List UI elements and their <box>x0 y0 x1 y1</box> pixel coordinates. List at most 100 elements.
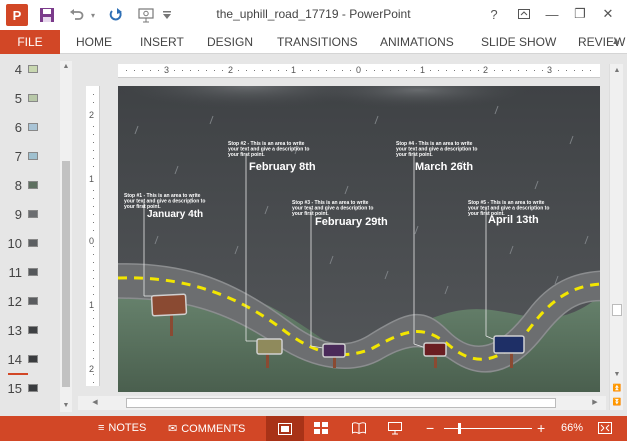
status-bar: ≡ NOTES ✉ COMMENTS − + 66% <box>0 416 627 441</box>
ruler-label: 1 <box>89 174 95 184</box>
tab-insert[interactable]: INSERT <box>140 35 184 49</box>
collapse-ribbon-icon[interactable]: ▲ <box>611 36 621 47</box>
slide-vertical-scrollbar[interactable]: ▲ ▼ ⏫ ⏬ <box>609 64 623 410</box>
ruler-tick <box>470 70 471 71</box>
slide-preview-icon <box>28 268 38 276</box>
slideshow-view-button[interactable] <box>388 422 402 435</box>
undo-dropdown-icon[interactable]: ▾ <box>87 5 99 25</box>
comments-label: COMMENTS <box>181 422 246 435</box>
slide-thumbnail[interactable]: 4 <box>0 59 60 81</box>
scroll-down-icon[interactable]: ▼ <box>610 368 624 382</box>
ruler-tick <box>366 70 367 71</box>
ruler-tick <box>93 326 94 327</box>
slide-thumbnail[interactable]: 7 <box>0 146 60 168</box>
ruler-tick <box>502 70 503 71</box>
slide-thumbnail[interactable]: 11 <box>0 262 60 284</box>
comments-button[interactable]: ✉ COMMENTS <box>168 422 246 436</box>
ruler-label: 2 <box>228 65 234 75</box>
ruler-tick <box>430 70 431 71</box>
tab-transitions[interactable]: TRANSITIONS <box>277 35 358 49</box>
ruler-tick <box>93 334 94 335</box>
scroll-up-icon[interactable]: ▲ <box>610 64 624 78</box>
slide-canvas[interactable]: Stop #1 - This is an area to write your t… <box>118 86 600 392</box>
slide-thumbnail[interactable]: 13 <box>0 320 60 342</box>
slide-thumbnail[interactable]: 9 <box>0 204 60 226</box>
fit-slide-button[interactable] <box>598 422 612 434</box>
thumbnail-scrollbar[interactable]: ▲ ▼ <box>60 61 72 412</box>
ruler-tick <box>582 70 583 71</box>
slide-number: 7 <box>14 149 22 164</box>
thumbnail-scroll-thumb[interactable] <box>62 161 70 387</box>
ruler-tick <box>526 70 527 71</box>
slide-horizontal-scrollbar[interactable]: ◀ ▶ <box>78 396 606 410</box>
minimize-button[interactable]: — <box>542 4 562 24</box>
reading-view-icon <box>352 422 366 434</box>
slide-thumbnail[interactable]: 6 <box>0 117 60 139</box>
ribbon-display-options-icon[interactable] <box>514 4 534 24</box>
ruler-tick <box>414 70 415 71</box>
save-icon[interactable] <box>36 5 58 25</box>
scroll-down-icon[interactable]: ▼ <box>60 400 72 412</box>
horizontal-scroll-thumb[interactable] <box>126 398 556 408</box>
zoom-level[interactable]: 66% <box>561 422 583 434</box>
ruler-tick <box>93 262 94 263</box>
slide-number: 4 <box>14 62 22 77</box>
scroll-right-icon[interactable]: ▶ <box>588 396 602 410</box>
scroll-up-icon[interactable]: ▲ <box>60 61 72 73</box>
slide-thumbnail[interactable]: 14 <box>0 349 60 371</box>
restore-button[interactable]: ❐ <box>570 4 590 24</box>
ruler-tick <box>93 286 94 287</box>
ruler-tick <box>206 70 207 71</box>
ruler-tick <box>390 70 391 71</box>
zoom-in-button[interactable]: + <box>537 420 545 436</box>
slide-sorter-button[interactable] <box>314 422 328 434</box>
tab-design[interactable]: DESIGN <box>207 35 253 49</box>
vertical-scroll-thumb[interactable] <box>612 304 622 316</box>
slide-thumbnail[interactable]: 8 <box>0 175 60 197</box>
undo-icon[interactable] <box>66 5 86 25</box>
ruler-tick <box>93 374 94 375</box>
ruler-tick <box>93 246 94 247</box>
horizontal-ruler: 3 2 1 0 1 2 3 <box>118 64 600 78</box>
ruler-tick <box>286 70 287 71</box>
tab-slide-show[interactable]: SLIDE SHOW <box>481 35 556 49</box>
ruler-tick <box>382 70 383 71</box>
next-slide-icon[interactable]: ⏬ <box>610 396 624 410</box>
slide-thumbnail[interactable]: 15 <box>0 378 60 400</box>
file-tab[interactable]: FILE <box>0 30 60 54</box>
reading-view-button[interactable] <box>352 422 366 434</box>
slide-preview-icon <box>28 210 38 218</box>
slide-preview-icon <box>28 181 38 189</box>
redo-icon[interactable] <box>106 5 126 25</box>
slide-thumbnail-pane: 4 5 6 7 8 9 10 11 12 13 14 15 ▲ ▼ <box>0 55 76 416</box>
ruler-tick <box>93 382 94 383</box>
slide-number: 6 <box>14 120 22 135</box>
scroll-left-icon[interactable]: ◀ <box>88 396 102 410</box>
ruler-label: 3 <box>547 65 553 75</box>
slide-thumbnail[interactable]: 10 <box>0 233 60 255</box>
slide-preview-icon <box>28 123 38 131</box>
tab-home[interactable]: HOME <box>76 35 112 49</box>
slide-preview-icon <box>28 152 38 160</box>
ruler-tick <box>270 70 271 71</box>
tab-animations[interactable]: ANIMATIONS <box>380 35 454 49</box>
help-button[interactable]: ? <box>484 4 504 24</box>
zoom-out-button[interactable]: − <box>426 420 434 436</box>
close-button[interactable]: ✕ <box>598 4 618 24</box>
ruler-tick <box>278 70 279 71</box>
ruler-tick <box>93 230 94 231</box>
previous-slide-icon[interactable]: ⏫ <box>610 382 624 396</box>
ruler-tick <box>93 206 94 207</box>
start-slideshow-icon[interactable] <box>136 5 158 25</box>
notes-button[interactable]: ≡ NOTES <box>98 422 146 434</box>
normal-view-button[interactable] <box>266 416 304 441</box>
ruler-tick <box>93 102 94 103</box>
slide-number: 12 <box>7 294 22 309</box>
notes-label: NOTES <box>108 422 147 434</box>
zoom-slider-handle[interactable] <box>458 423 461 434</box>
slide-thumbnail[interactable]: 5 <box>0 88 60 110</box>
ruler-label: 3 <box>164 65 170 75</box>
customize-qat-icon[interactable] <box>160 5 174 25</box>
slide-thumbnail[interactable]: 12 <box>0 291 60 313</box>
ruler-tick <box>350 70 351 71</box>
